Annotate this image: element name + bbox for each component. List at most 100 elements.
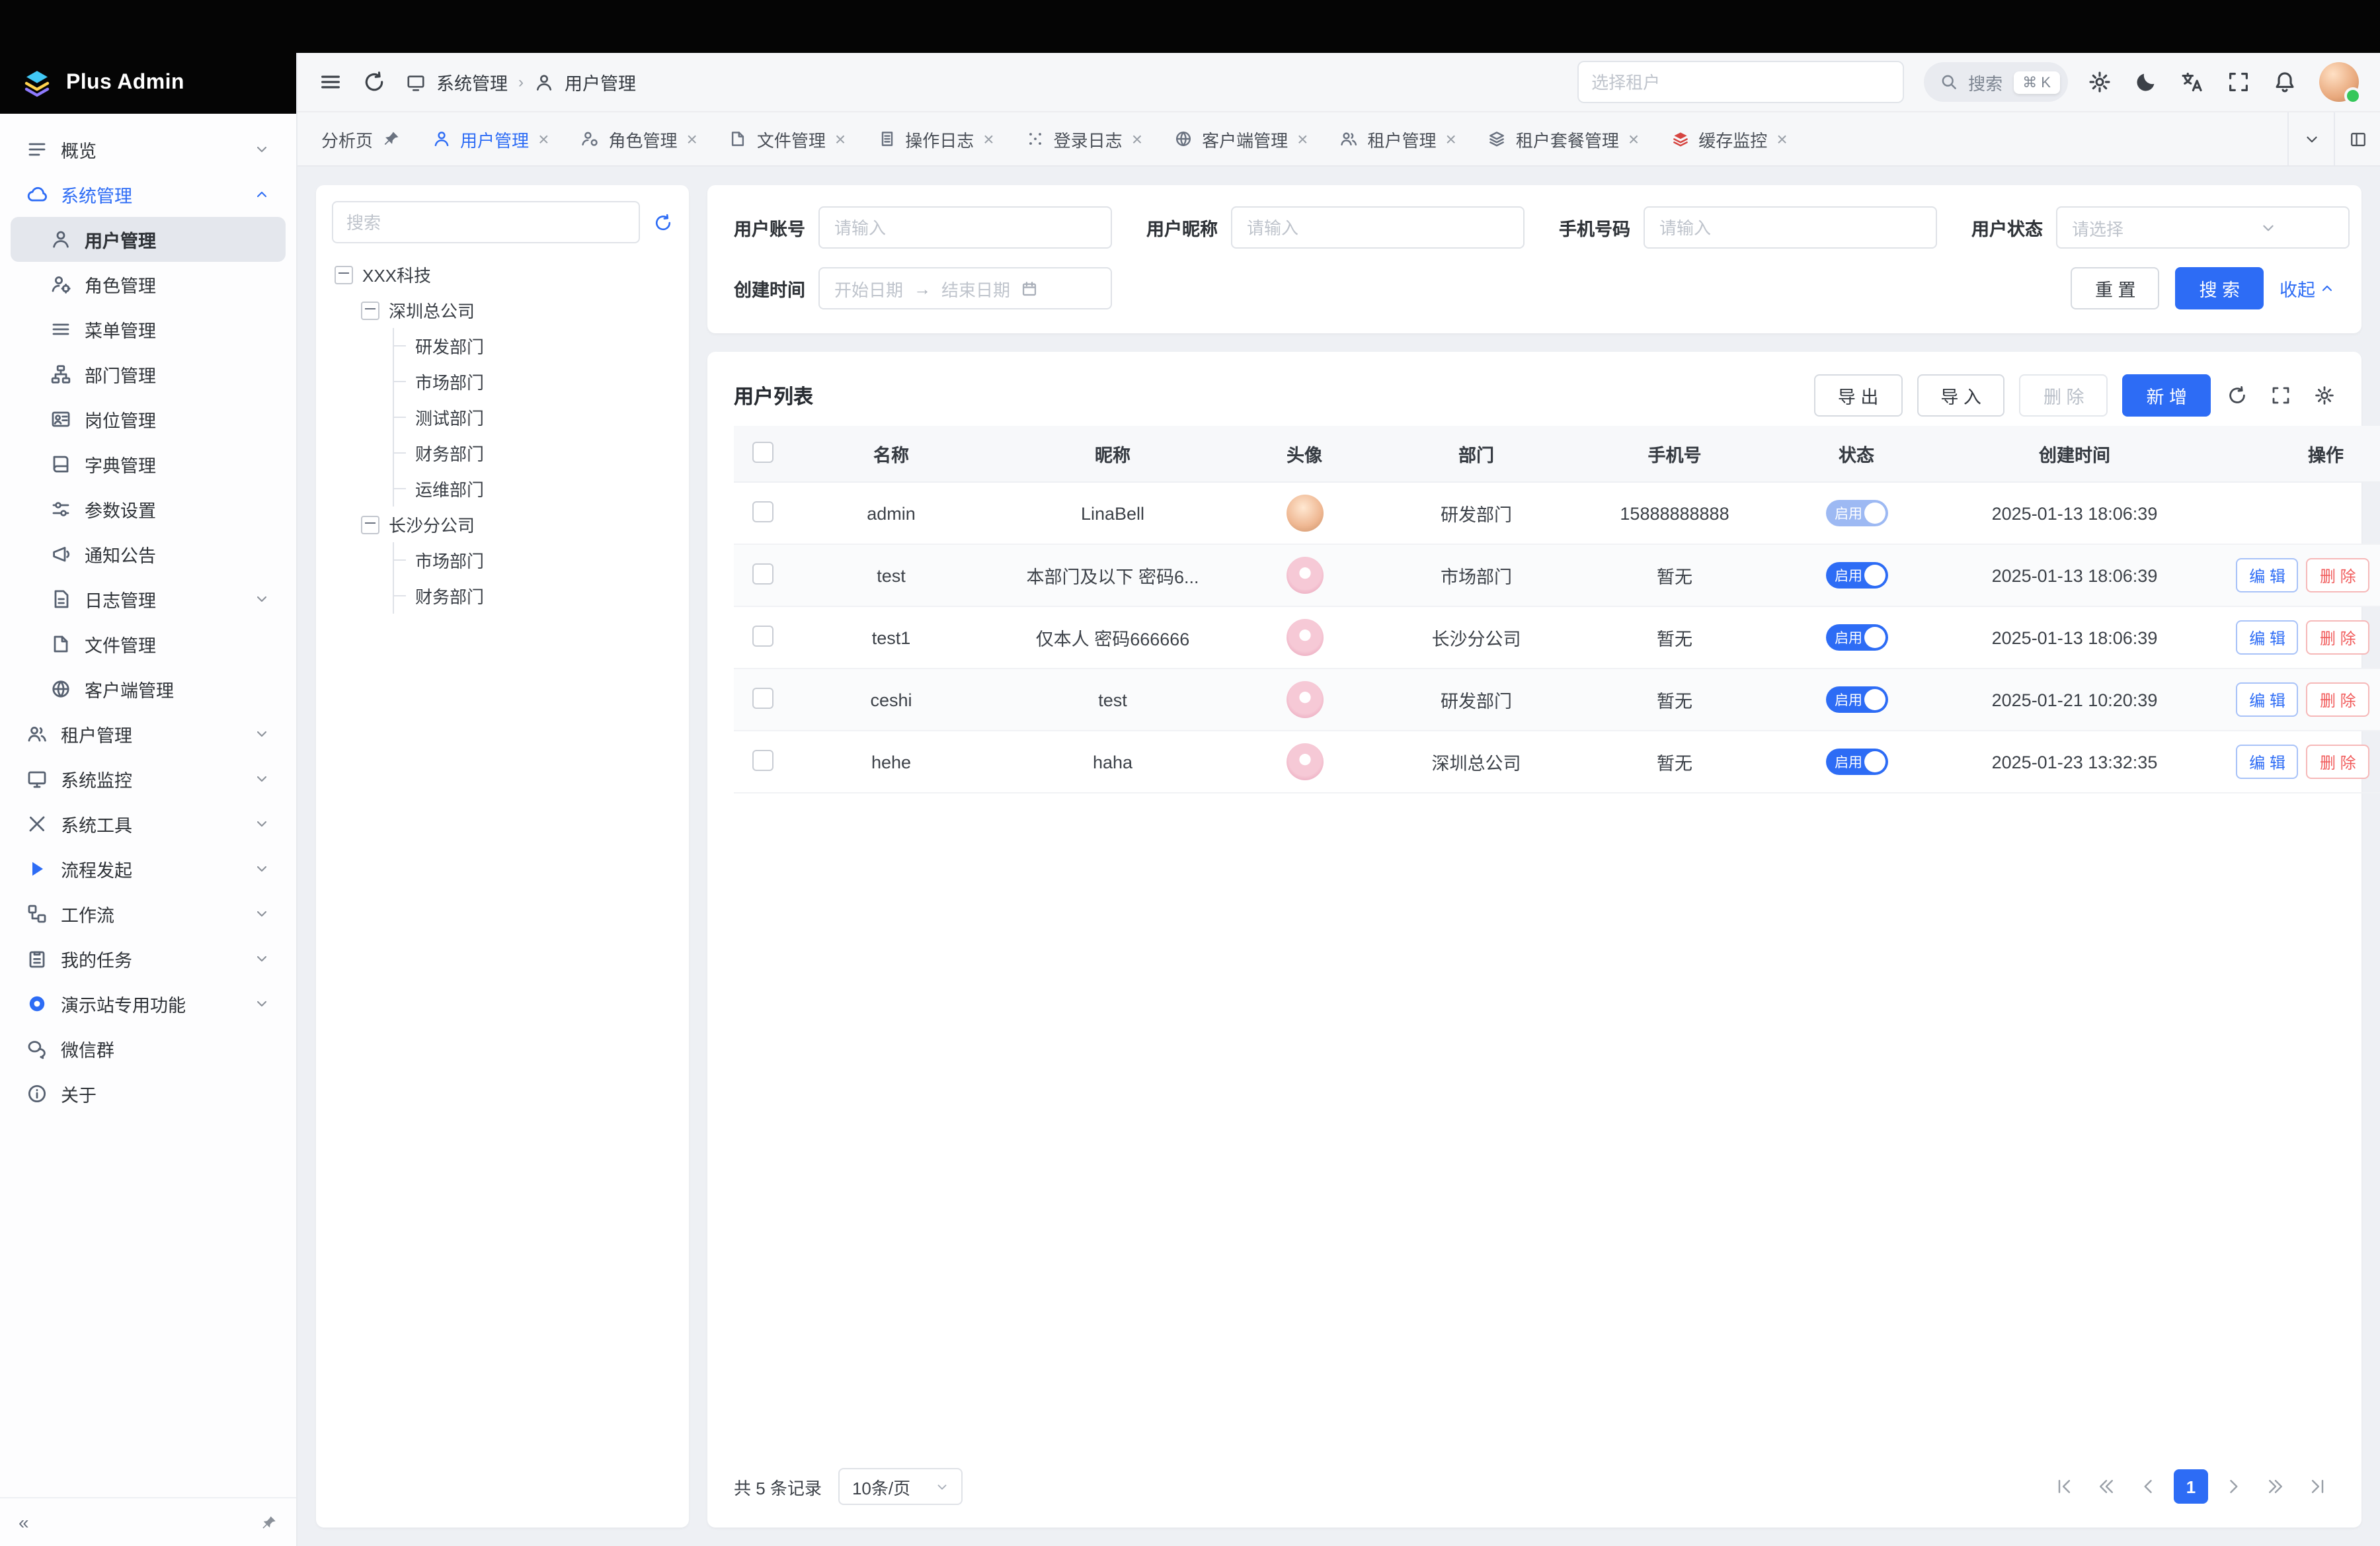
page-number-button[interactable]: 1 <box>2174 1469 2208 1504</box>
close-icon[interactable]: × <box>686 130 697 148</box>
status-toggle[interactable]: 启用 <box>1825 500 1887 526</box>
sidebar-item-demo-features[interactable]: 演示站专用功能 <box>11 981 286 1026</box>
layout-setting-button[interactable] <box>2334 112 2380 165</box>
tree-refresh-icon[interactable] <box>653 212 673 232</box>
export-button[interactable]: 导 出 <box>1814 374 1903 417</box>
tree-node[interactable]: XXX科技 <box>332 257 673 292</box>
page-size-select[interactable]: 10条/页 <box>839 1468 963 1505</box>
import-button[interactable]: 导 入 <box>1917 374 2005 417</box>
tree-node[interactable]: 长沙分公司 <box>332 507 673 542</box>
delete-button[interactable]: 删 除 <box>2307 682 2369 717</box>
tab-role-management[interactable]: 角色管理 × <box>565 112 713 165</box>
sidebar-item-parameter-settings[interactable]: 参数设置 <box>11 487 286 532</box>
delete-button[interactable]: 删 除 <box>2307 745 2369 779</box>
sidebar-item-post-management[interactable]: 岗位管理 <box>11 397 286 442</box>
prev-page-button[interactable] <box>2131 1469 2166 1504</box>
close-icon[interactable]: × <box>1446 130 1456 148</box>
tree-search-input[interactable] <box>332 201 640 243</box>
tab-user-management[interactable]: 用户管理 × <box>416 112 565 165</box>
status-toggle[interactable]: 启用 <box>1825 749 1887 775</box>
tab-cache-monitor[interactable]: 缓存监控 × <box>1655 112 1803 165</box>
tree-node[interactable]: 研发部门 <box>332 328 673 364</box>
refresh-icon[interactable] <box>362 70 386 94</box>
sidebar-item-log-management[interactable]: 日志管理 <box>11 577 286 622</box>
row-checkbox[interactable] <box>752 563 774 584</box>
tab-login-log[interactable]: 登录日志 × <box>1010 112 1158 165</box>
delete-button[interactable]: 删 除 <box>2307 558 2369 592</box>
translate-icon[interactable] <box>2180 70 2204 94</box>
more-button[interactable]: 更多 <box>2377 682 2380 717</box>
collapse-node-icon[interactable] <box>361 515 379 534</box>
tab-tenant-package-management[interactable]: 租户套餐管理 × <box>1472 112 1655 165</box>
jump-forward-button[interactable] <box>2258 1469 2293 1504</box>
last-page-button[interactable] <box>2301 1469 2335 1504</box>
sidebar-item-system-management[interactable]: 系统管理 <box>11 172 286 217</box>
search-button[interactable]: 搜 索 <box>2175 267 2264 309</box>
edit-button[interactable]: 编 辑 <box>2236 745 2299 779</box>
sidebar-item-process-initiation[interactable]: 流程发起 <box>11 846 286 891</box>
global-search-button[interactable]: 搜索 ⌘ K <box>1923 62 2068 102</box>
edit-button[interactable]: 编 辑 <box>2236 558 2299 592</box>
tab-tenant-management[interactable]: 租户管理 × <box>1324 112 1472 165</box>
close-icon[interactable]: × <box>538 130 549 148</box>
close-icon[interactable]: × <box>983 130 994 148</box>
sidebar-collapse-button[interactable]: « <box>19 1512 29 1533</box>
status-select[interactable]: 请选择 <box>2056 206 2350 249</box>
edit-button[interactable]: 编 辑 <box>2236 682 2299 717</box>
sidebar-item-notice-announcement[interactable]: 通知公告 <box>11 532 286 577</box>
more-button[interactable]: 更多 <box>2377 558 2380 592</box>
nickname-input[interactable] <box>1231 206 1525 249</box>
phone-input[interactable] <box>1644 206 1937 249</box>
status-toggle[interactable]: 启用 <box>1825 686 1887 713</box>
next-page-button[interactable] <box>2216 1469 2250 1504</box>
bell-icon[interactable] <box>2273 70 2297 94</box>
tree-node[interactable]: 运维部门 <box>332 471 673 507</box>
close-icon[interactable]: × <box>1776 130 1787 148</box>
account-input[interactable] <box>818 206 1112 249</box>
refresh-icon[interactable] <box>2227 385 2248 406</box>
select-all-checkbox[interactable] <box>752 441 774 462</box>
sidebar-item-department-management[interactable]: 部门管理 <box>11 352 286 397</box>
tab-analysis-page[interactable]: 分析页 <box>305 112 416 165</box>
fullscreen-icon[interactable] <box>2270 385 2291 406</box>
tree-node[interactable]: 财务部门 <box>332 578 673 614</box>
created-date-range-picker[interactable]: 开始日期 → 结束日期 <box>818 267 1112 309</box>
tree-node[interactable]: 财务部门 <box>332 435 673 471</box>
delete-button[interactable]: 删 除 <box>2307 620 2369 655</box>
collapse-node-icon[interactable] <box>361 301 379 319</box>
row-checkbox[interactable] <box>752 749 774 770</box>
tab-client-management[interactable]: 客户端管理 × <box>1158 112 1324 165</box>
row-checkbox[interactable] <box>752 687 774 708</box>
tree-node[interactable]: 市场部门 <box>332 364 673 399</box>
sidebar-item-client-management[interactable]: 客户端管理 <box>11 667 286 712</box>
sidebar-item-workflow[interactable]: 工作流 <box>11 891 286 936</box>
pin-icon[interactable] <box>260 1514 278 1531</box>
close-icon[interactable]: × <box>1297 130 1308 148</box>
brand-logo[interactable]: Plus Admin <box>0 53 296 114</box>
tree-node[interactable]: 测试部门 <box>332 399 673 435</box>
sidebar-item-wechat-group[interactable]: 微信群 <box>11 1026 286 1071</box>
sidebar-item-role-management[interactable]: 角色管理 <box>11 262 286 307</box>
add-button[interactable]: 新 增 <box>2122 374 2211 417</box>
sidebar-item-user-management[interactable]: 用户管理 <box>11 217 286 262</box>
first-page-button[interactable] <box>2047 1469 2081 1504</box>
reset-button[interactable]: 重 置 <box>2071 267 2160 309</box>
user-avatar[interactable] <box>2319 62 2359 102</box>
more-button[interactable]: 更多 <box>2377 620 2380 655</box>
fullscreen-icon[interactable] <box>2227 70 2250 94</box>
collapse-node-icon[interactable] <box>335 265 353 284</box>
sidebar-item-system-monitor[interactable]: 系统监控 <box>11 756 286 801</box>
column-settings-gear-icon[interactable] <box>2314 385 2335 406</box>
sidebar-item-menu-management[interactable]: 菜单管理 <box>11 307 286 352</box>
sidebar-item-about[interactable]: 关于 <box>11 1071 286 1116</box>
tree-node[interactable]: 市场部门 <box>332 542 673 578</box>
status-toggle[interactable]: 启用 <box>1825 624 1887 651</box>
breadcrumb-root[interactable]: 系统管理 <box>436 69 508 95</box>
close-icon[interactable]: × <box>835 130 846 148</box>
sidebar-item-my-tasks[interactable]: 我的任务 <box>11 936 286 981</box>
collapse-filter-link[interactable]: 收起 <box>2280 275 2335 302</box>
jump-back-button[interactable] <box>2089 1469 2123 1504</box>
tab-operation-log[interactable]: 操作日志 × <box>861 112 1010 165</box>
tabs-dropdown-button[interactable] <box>2287 112 2334 165</box>
dark-mode-moon-icon[interactable] <box>2134 70 2158 94</box>
